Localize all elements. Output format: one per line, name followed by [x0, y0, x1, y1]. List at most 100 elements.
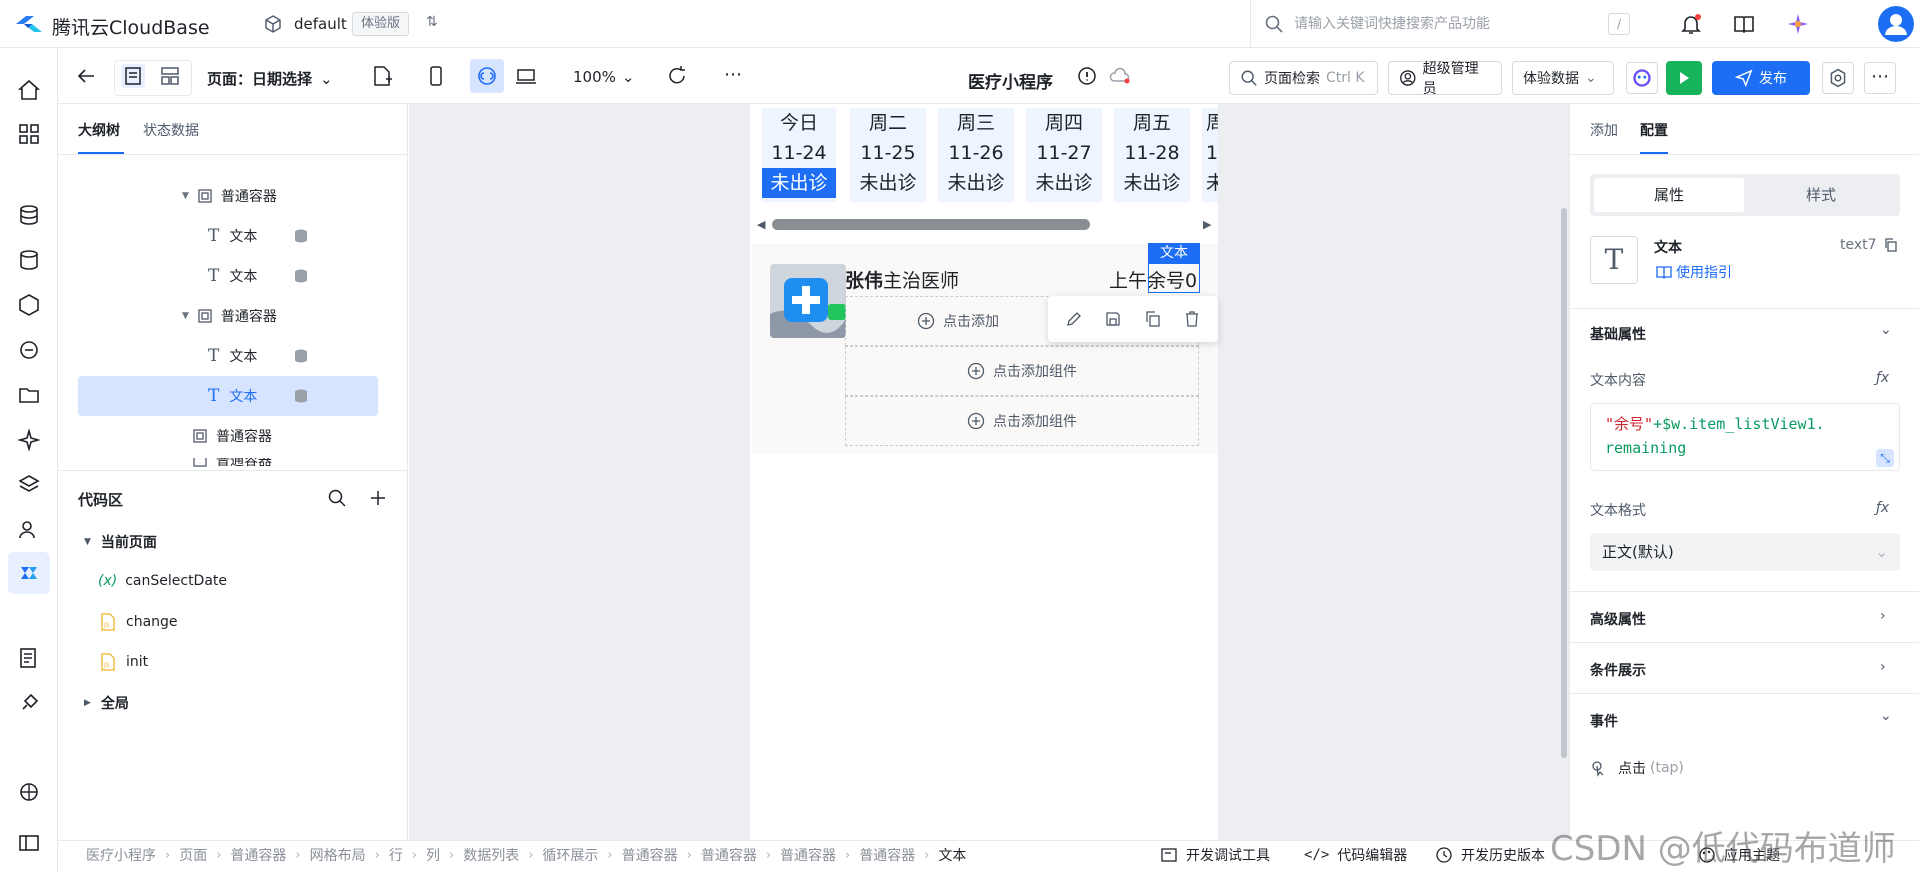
- desktop-preview-icon[interactable]: [514, 64, 538, 88]
- workflow-icon[interactable]: [17, 338, 41, 362]
- code-editor-button[interactable]: </> 代码编辑器: [1304, 845, 1407, 865]
- date-scroll-thumb[interactable]: [772, 219, 1090, 230]
- breadcrumb-item[interactable]: 普通容器: [622, 845, 678, 865]
- history-button[interactable]: 开发历史版本: [1435, 845, 1545, 865]
- day-card[interactable]: 周三 11-26 未出诊: [938, 108, 1014, 202]
- miniprogram-preview-icon[interactable]: [470, 59, 504, 93]
- plugin-icon[interactable]: [17, 691, 41, 715]
- tree-node-text[interactable]: T 文本: [78, 216, 378, 256]
- collapse-rail-icon[interactable]: [17, 831, 41, 855]
- segment-properties[interactable]: 属性: [1594, 178, 1744, 212]
- chevron-right-icon[interactable]: ›: [1880, 608, 1886, 624]
- breadcrumb-item[interactable]: 普通容器: [230, 845, 286, 865]
- breadcrumb-item[interactable]: 普通容器: [780, 845, 836, 865]
- fx-icon[interactable]: ƒx: [1876, 500, 1889, 516]
- chevron-down-icon[interactable]: ⌄: [1880, 322, 1892, 338]
- scroll-right-icon[interactable]: ▶: [1203, 218, 1211, 231]
- mobile-preview-icon[interactable]: [424, 64, 448, 88]
- expand-icon[interactable]: ⤡: [1876, 449, 1894, 467]
- delete-icon[interactable]: [1183, 310, 1201, 328]
- tab-outline-tree[interactable]: 大纲树: [78, 120, 120, 140]
- more-icon[interactable]: ⋯: [724, 64, 742, 85]
- folder-icon[interactable]: [17, 383, 41, 407]
- add-component-slot[interactable]: 点击添加组件: [845, 396, 1199, 446]
- new-page-icon[interactable]: [370, 64, 394, 88]
- day-card[interactable]: 周二 11-25 未出诊: [850, 108, 926, 202]
- section-events-title[interactable]: 事件: [1590, 711, 1618, 731]
- chevron-right-icon[interactable]: ›: [1880, 659, 1886, 675]
- copy-icon[interactable]: [1883, 237, 1899, 253]
- layers-icon[interactable]: [17, 473, 41, 497]
- tab-add[interactable]: 添加: [1590, 120, 1618, 140]
- info-icon[interactable]: [1075, 64, 1099, 88]
- user-manage-icon[interactable]: [17, 518, 41, 542]
- tree-node-container[interactable]: ▼ 普通容器: [78, 296, 378, 336]
- admin-role-button[interactable]: 超级管理员: [1388, 61, 1502, 97]
- sparkle-icon[interactable]: [17, 428, 41, 452]
- code-group-global[interactable]: ▶ 全局: [84, 693, 129, 713]
- search-icon[interactable]: [327, 488, 347, 508]
- code-group-current-page[interactable]: ▼ 当前页面: [84, 532, 157, 552]
- breadcrumb-item[interactable]: 数据列表: [463, 845, 519, 865]
- env-name[interactable]: default: [294, 15, 347, 33]
- page-view-icon[interactable]: [121, 64, 145, 88]
- data-source-select[interactable]: 体验数据 ⌄: [1512, 61, 1614, 95]
- section-basic-title[interactable]: 基础属性: [1590, 324, 1646, 344]
- code-item-variable[interactable]: (x) canSelectDate: [98, 573, 227, 589]
- scroll-left-icon[interactable]: ◀: [757, 218, 765, 231]
- refresh-icon[interactable]: [665, 64, 689, 88]
- tree-node-text[interactable]: T 文本: [78, 336, 378, 376]
- fx-icon[interactable]: ƒx: [1876, 370, 1889, 386]
- settings-icon[interactable]: [1822, 62, 1854, 94]
- code-item-js[interactable]: JS init: [100, 653, 148, 671]
- breadcrumb-item[interactable]: 网格布局: [310, 845, 366, 865]
- day-card[interactable]: 今日 11-24 未出诊: [762, 108, 836, 202]
- storage-icon[interactable]: [17, 248, 41, 272]
- search-input[interactable]: [1294, 12, 1594, 36]
- edit-icon[interactable]: [1065, 310, 1083, 328]
- usage-guide-link[interactable]: 使用指引: [1656, 262, 1732, 282]
- home-icon[interactable]: [17, 78, 41, 102]
- cloudbase-logo-icon[interactable]: [14, 14, 44, 34]
- database-icon[interactable]: [17, 203, 41, 227]
- user-avatar[interactable]: [1878, 6, 1914, 42]
- day-card[interactable]: 周四 11-27 未出诊: [1026, 108, 1102, 202]
- function-icon[interactable]: [17, 293, 41, 317]
- caret-down-icon[interactable]: ▼: [182, 311, 189, 321]
- breadcrumb-item[interactable]: 文本: [938, 845, 966, 865]
- breadcrumb-item[interactable]: 页面: [179, 845, 207, 865]
- brand-name[interactable]: 腾讯云CloudBase: [52, 13, 210, 40]
- text-content-expression[interactable]: "余号"+$w.item_listView1. remaining: [1590, 403, 1900, 471]
- dev-tools-button[interactable]: 开发调试工具: [1160, 845, 1270, 865]
- add-icon[interactable]: [368, 488, 388, 508]
- segment-style[interactable]: 样式: [1746, 178, 1896, 212]
- back-arrow-icon[interactable]: [74, 64, 98, 88]
- breadcrumb-item[interactable]: 行: [389, 845, 403, 865]
- day-card[interactable]: 周五 11-28 未出诊: [1114, 108, 1190, 202]
- breadcrumb-item[interactable]: 循环展示: [542, 845, 598, 865]
- tree-node-text-selected[interactable]: T 文本: [78, 376, 378, 416]
- tree-node-container[interactable]: 普通容器: [78, 416, 378, 456]
- publish-button[interactable]: 发布: [1712, 61, 1810, 95]
- section-advanced-title[interactable]: 高级属性: [1590, 609, 1646, 629]
- breadcrumb-item[interactable]: 列: [426, 845, 440, 865]
- layout-view-icon[interactable]: [158, 64, 182, 88]
- logs-icon[interactable]: [17, 646, 41, 670]
- breadcrumb-item[interactable]: 普通容器: [859, 845, 915, 865]
- ai-assistant-icon[interactable]: [1786, 12, 1810, 36]
- save-icon[interactable]: [1104, 310, 1122, 328]
- chevron-down-icon[interactable]: ⌄: [1880, 708, 1892, 724]
- section-condition-title[interactable]: 条件展示: [1590, 660, 1646, 680]
- page-select[interactable]: 页面：日期选择 ⌄: [207, 68, 333, 89]
- add-component-slot[interactable]: 点击添加组件: [845, 346, 1199, 396]
- event-tap[interactable]: 点击 (tap): [1590, 758, 1684, 778]
- extension-icon[interactable]: [17, 780, 41, 804]
- code-item-js[interactable]: JS change: [100, 613, 178, 631]
- breadcrumb-item[interactable]: 普通容器: [701, 845, 757, 865]
- grid-icon[interactable]: [17, 122, 41, 146]
- copy-icon[interactable]: [1144, 310, 1162, 328]
- tree-node-container[interactable]: 普通容器: [192, 458, 272, 470]
- run-preview-button[interactable]: [1666, 61, 1702, 95]
- zoom-select[interactable]: 100% ⌄: [573, 68, 634, 86]
- caret-down-icon[interactable]: ▼: [182, 191, 189, 201]
